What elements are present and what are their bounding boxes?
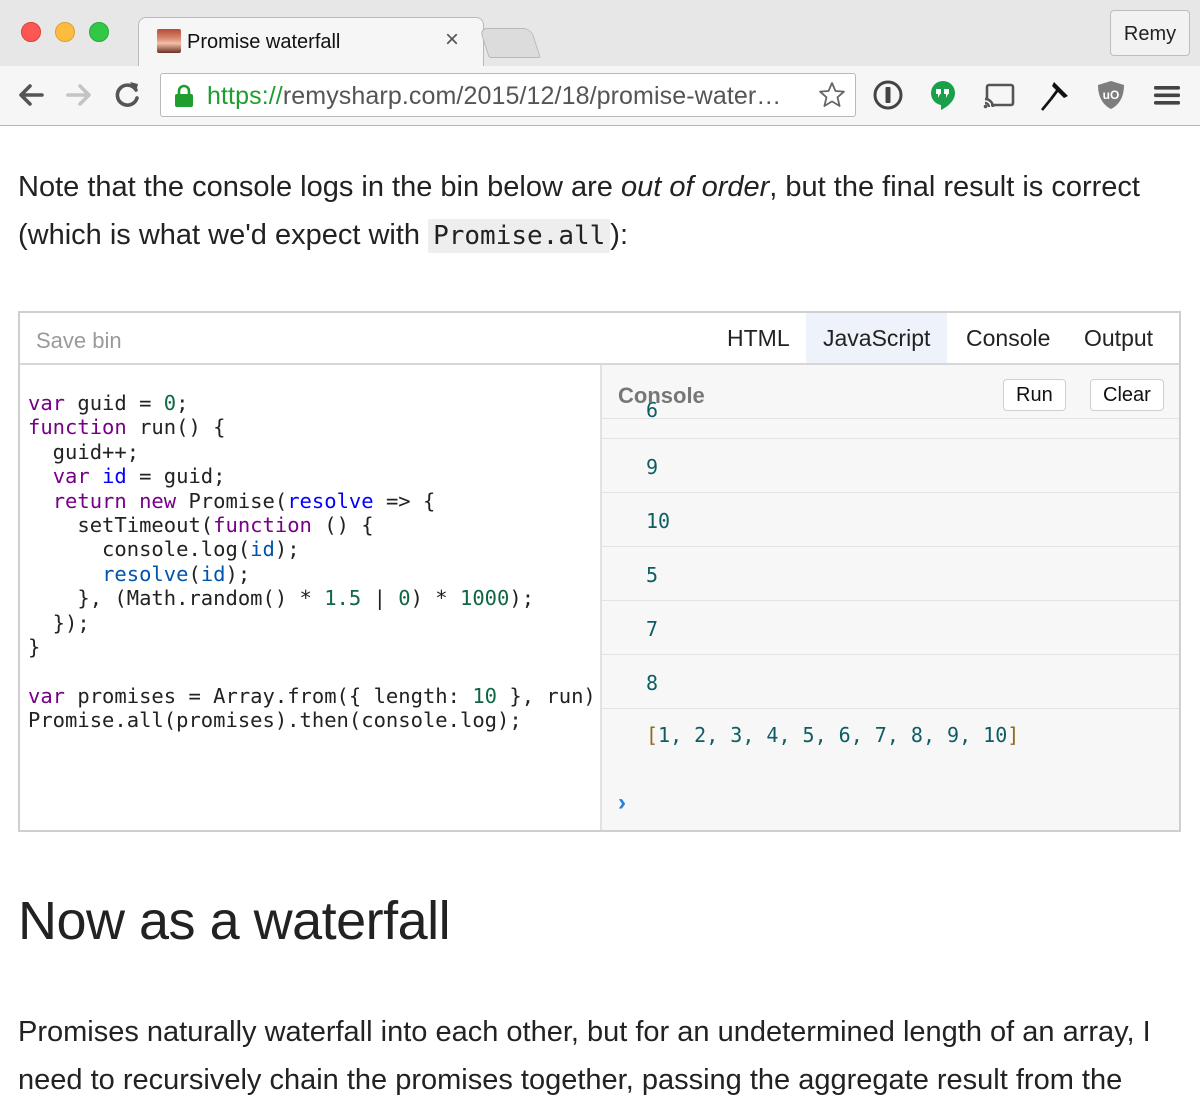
console-result: [1, 2, 3, 4, 5, 6, 7, 8, 9, 10] <box>646 723 1020 747</box>
intro-text-1: Note that the console logs in the bin be… <box>18 171 621 203</box>
bookmark-star-icon[interactable] <box>817 80 847 110</box>
url-path: remysharp.com/2015/12/18/promise-water… <box>282 82 782 110</box>
inline-code: Promise.all <box>428 219 611 253</box>
intro-paragraph: Note that the console logs in the bin be… <box>18 163 1188 260</box>
javascript-editor[interactable]: var guid = 0; function run() { guid++; v… <box>20 365 600 830</box>
favicon-icon <box>157 29 181 53</box>
console-log-row: 9 <box>602 439 1179 493</box>
pin-icon[interactable] <box>1038 78 1072 112</box>
tab-strip: Promise waterfall × Remy <box>0 0 1200 67</box>
section-heading: Now as a waterfall <box>18 891 451 951</box>
intro-text-3: ): <box>610 219 628 251</box>
back-arrow-icon[interactable] <box>14 78 48 112</box>
cast-icon[interactable] <box>982 78 1016 112</box>
svg-text:uO: uO <box>1103 88 1120 102</box>
close-window-button[interactable] <box>21 22 41 42</box>
url-text: https://remysharp.com/2015/12/18/promise… <box>207 82 781 111</box>
forward-arrow-icon[interactable] <box>62 78 96 112</box>
tab-console[interactable]: Console <box>949 313 1067 363</box>
console-log-row: 10 <box>602 493 1179 547</box>
tab-html[interactable]: HTML <box>710 313 807 363</box>
console-log-value: 7 <box>646 617 659 641</box>
console-log-row: 7 <box>602 601 1179 655</box>
intro-emphasis: out of order <box>620 171 770 203</box>
browser-toolbar: https://remysharp.com/2015/12/18/promise… <box>0 66 1200 126</box>
new-tab-button[interactable] <box>479 28 541 58</box>
console-title: Console <box>618 383 705 408</box>
zoom-window-button[interactable] <box>89 22 109 42</box>
console-log-value: 9 <box>646 455 659 479</box>
url-scheme: https:// <box>207 82 283 110</box>
console-log-row: 8 <box>602 655 1179 709</box>
jsbin-embed: Save bin HTML JavaScript Console Output … <box>18 311 1181 832</box>
console-panel: Console Run Clear 6 9 10 5 7 8 [1, 2, 3,… <box>600 365 1179 830</box>
console-log-value: 5 <box>646 563 659 587</box>
tab-title: Promise waterfall <box>187 31 341 53</box>
run-button[interactable]: Run <box>1003 379 1066 411</box>
save-bin-link[interactable]: Save bin <box>36 328 122 354</box>
minimize-window-button[interactable] <box>55 22 75 42</box>
lock-icon <box>175 84 193 107</box>
code-block[interactable]: var guid = 0; function run() { guid++; v… <box>28 391 596 733</box>
console-log-row: 5 <box>602 547 1179 601</box>
address-bar[interactable]: https://remysharp.com/2015/12/18/promise… <box>160 73 856 117</box>
tab-javascript[interactable]: JavaScript <box>806 313 948 363</box>
outro-paragraph: Promises naturally waterfall into each o… <box>18 1016 1151 1096</box>
profile-button[interactable]: Remy <box>1110 10 1190 56</box>
tab-output[interactable]: Output <box>1067 313 1170 363</box>
tab-close-icon[interactable]: × <box>445 26 459 53</box>
menu-icon[interactable] <box>1150 78 1184 112</box>
ublock-icon[interactable]: uO <box>1094 78 1128 112</box>
browser-tab[interactable]: Promise waterfall × <box>138 17 484 67</box>
clear-button[interactable]: Clear <box>1090 379 1164 411</box>
1password-icon[interactable] <box>871 78 905 112</box>
console-prompt-icon[interactable]: › <box>618 789 626 817</box>
hangouts-icon[interactable] <box>926 78 960 112</box>
reload-icon[interactable] <box>110 78 144 112</box>
console-log-value: 10 <box>646 509 671 533</box>
console-log-value: 8 <box>646 671 659 695</box>
bin-header: Save bin HTML JavaScript Console Output <box>20 313 1179 365</box>
